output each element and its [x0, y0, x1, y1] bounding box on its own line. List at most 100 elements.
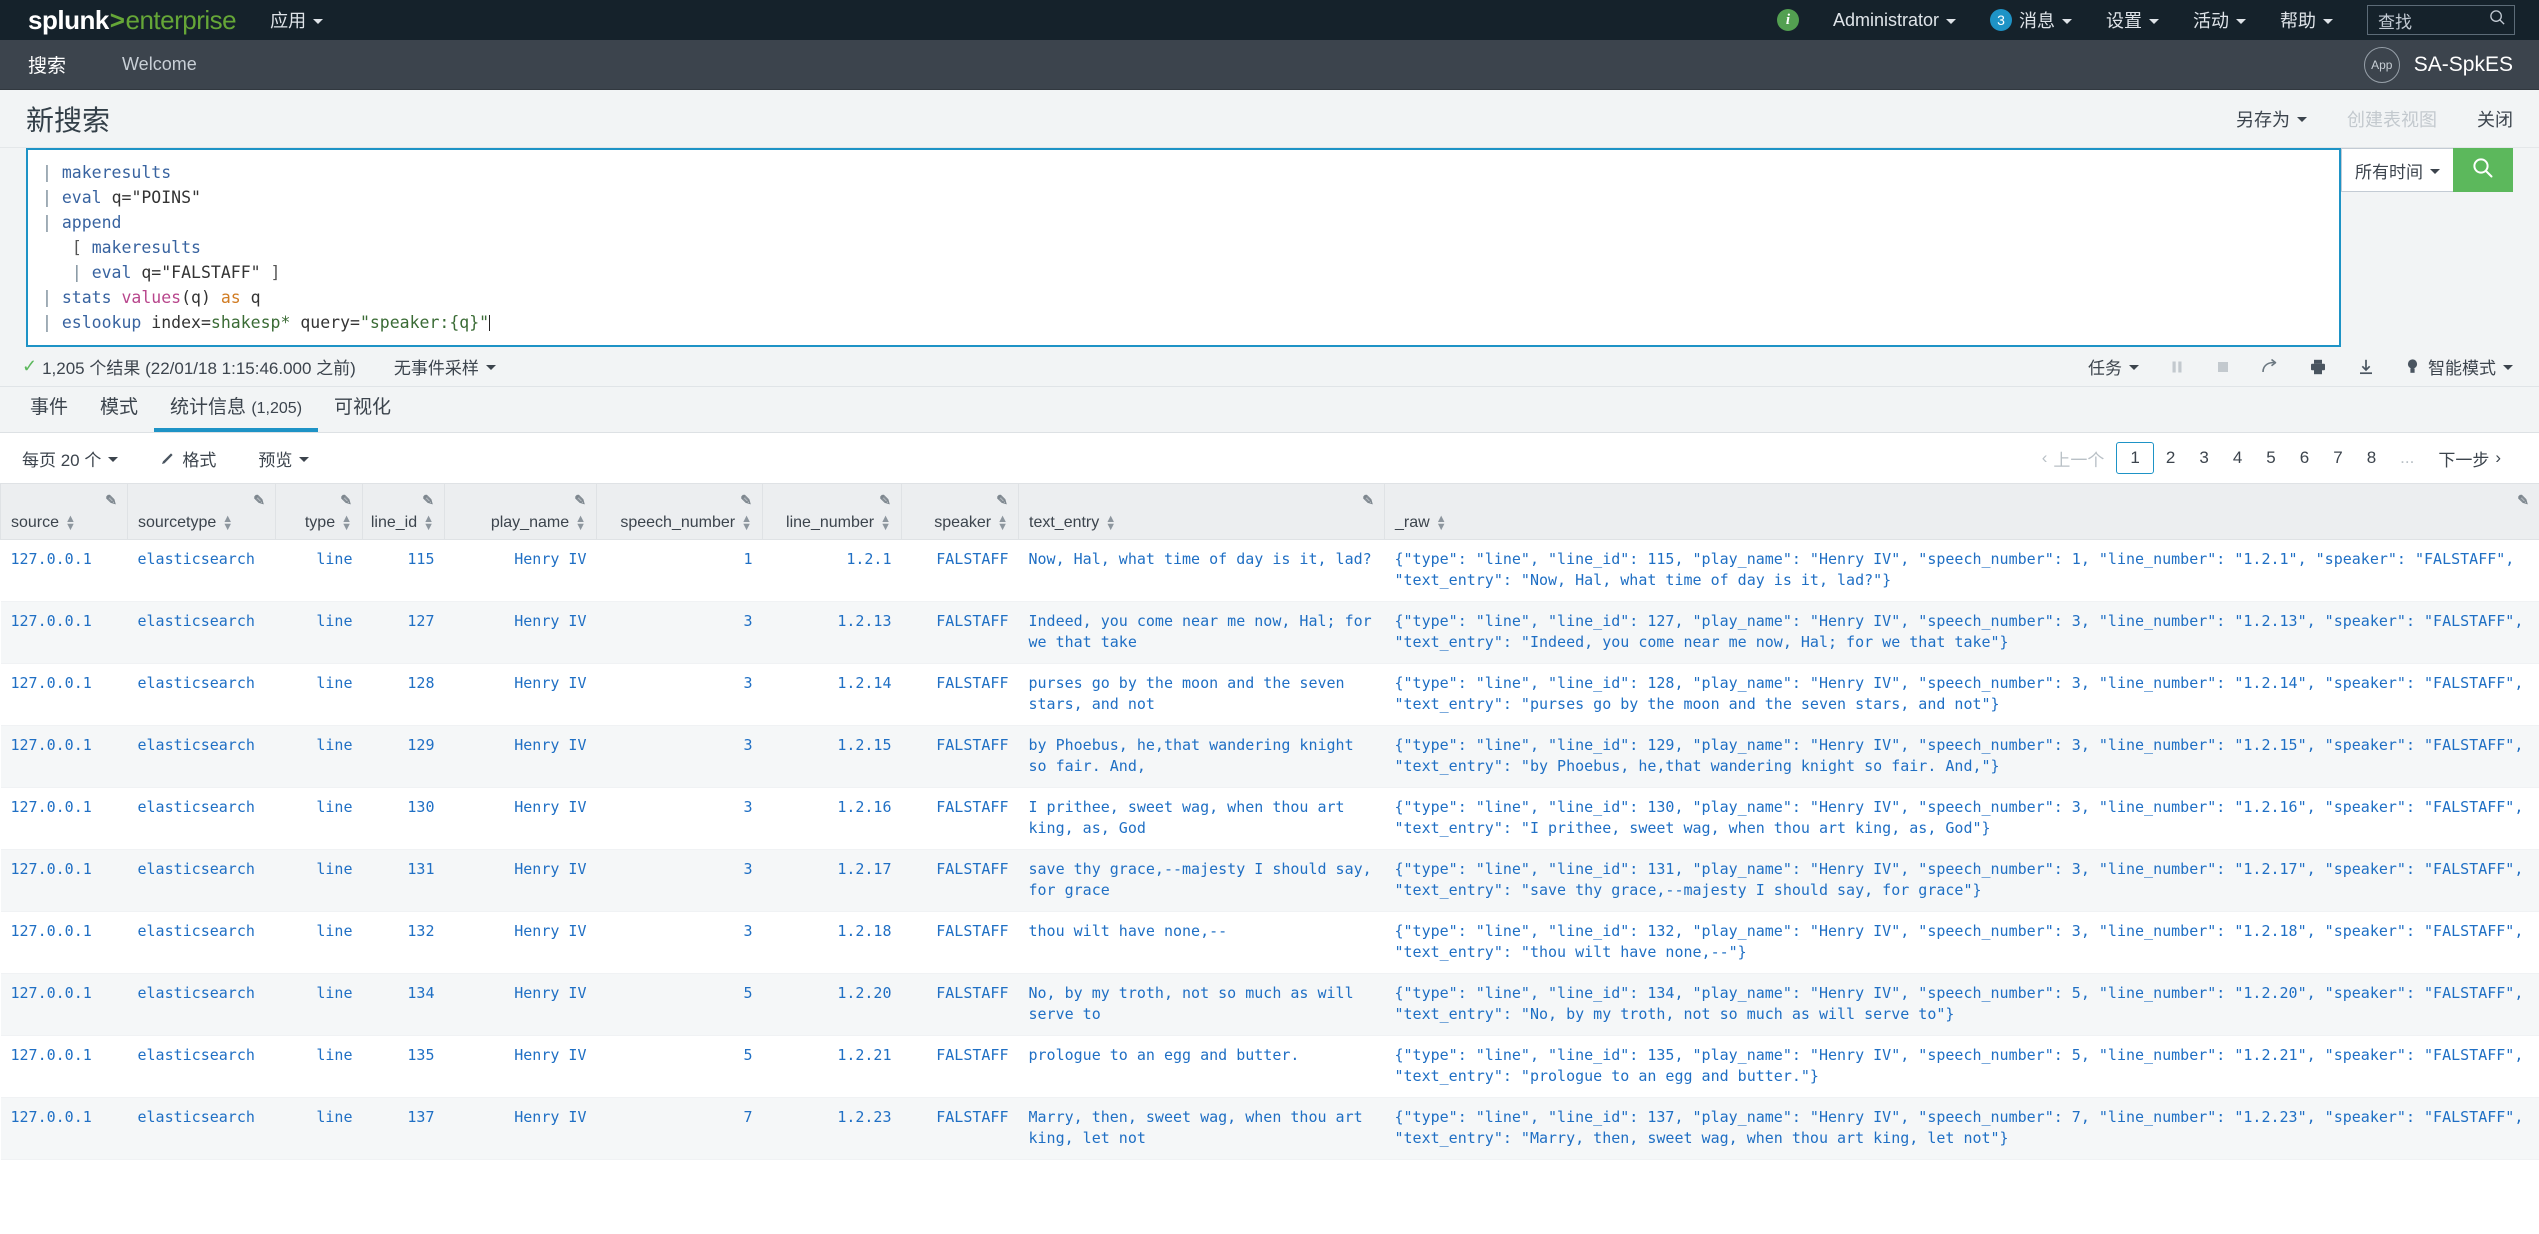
table-row[interactable]: 127.0.0.1 elasticsearch line 128 Henry IV 3 1.…	[0, 663, 2539, 726]
table-cell-line-number[interactable]: 1.2.15	[762, 725, 902, 788]
table-cell-speaker[interactable]: FALSTAFF	[901, 725, 1019, 788]
table-cell-speaker[interactable]: FALSTAFF	[901, 1097, 1019, 1160]
cell-value[interactable]: elasticsearch	[138, 550, 255, 568]
pagination-page-7[interactable]: 7	[2321, 444, 2354, 472]
tab-events[interactable]: 事件	[14, 392, 84, 432]
sort-arrows-icon[interactable]: ▲ ▼	[1105, 514, 1116, 533]
pagination-page-1[interactable]: 1	[2116, 442, 2154, 474]
table-cell-line-id[interactable]: 134	[362, 973, 445, 1036]
cell-value[interactable]: 1.2.1	[846, 550, 891, 568]
table-cell-source[interactable]: 127.0.0.1	[0, 539, 128, 602]
cell-value[interactable]: Henry IV	[514, 1046, 586, 1064]
table-cell-play-name[interactable]: Henry IV	[444, 1097, 597, 1160]
print-icon[interactable]	[2309, 358, 2327, 376]
table-cell--raw[interactable]: {"type": "line", "line_id": 130, "play_n…	[1384, 787, 2539, 850]
table-cell-type[interactable]: line	[275, 601, 363, 664]
table-cell-speaker[interactable]: FALSTAFF	[901, 911, 1019, 974]
cell-value[interactable]: FALSTAFF	[936, 798, 1008, 816]
table-row[interactable]: 127.0.0.1 elasticsearch line 135 Henry IV 5 1.…	[0, 1035, 2539, 1098]
cell-value[interactable]: 127.0.0.1	[11, 736, 92, 754]
table-cell-sourcetype[interactable]: elasticsearch	[127, 911, 276, 974]
cell-value[interactable]: Henry IV	[514, 674, 586, 692]
cell-value[interactable]: 3	[743, 612, 752, 630]
nav-help-menu[interactable]: 帮助	[2280, 7, 2333, 33]
table-cell-speaker[interactable]: FALSTAFF	[901, 973, 1019, 1036]
cell-value[interactable]: Marry, then, sweet wag, when thou art ki…	[1029, 1108, 1363, 1147]
create-table-view-button[interactable]: 创建表视图	[2347, 106, 2437, 132]
table-cell-line-number[interactable]: 1.2.13	[762, 601, 902, 664]
run-search-button[interactable]	[2453, 148, 2513, 192]
pagination-page-4[interactable]: 4	[2221, 444, 2254, 472]
table-cell-source[interactable]: 127.0.0.1	[0, 663, 128, 726]
table-cell-sourcetype[interactable]: elasticsearch	[127, 787, 276, 850]
table-cell-speaker[interactable]: FALSTAFF	[901, 601, 1019, 664]
table-cell-speech-number[interactable]: 3	[596, 787, 763, 850]
table-cell-type[interactable]: line	[275, 725, 363, 788]
cell-value[interactable]: line	[316, 550, 352, 568]
cell-value[interactable]: {"type": "line", "line_id": 131, "play_n…	[1395, 860, 2524, 899]
table-cell-speech-number[interactable]: 3	[596, 601, 763, 664]
table-cell-line-id[interactable]: 129	[362, 725, 445, 788]
cell-value[interactable]: elasticsearch	[138, 984, 255, 1002]
cell-value[interactable]: 130	[407, 798, 434, 816]
table-cell-sourcetype[interactable]: elasticsearch	[127, 849, 276, 912]
cell-value[interactable]: 3	[743, 922, 752, 940]
table-cell-type[interactable]: line	[275, 1097, 363, 1160]
cell-value[interactable]: 137	[407, 1108, 434, 1126]
table-cell-speech-number[interactable]: 3	[596, 663, 763, 726]
table-cell-line-number[interactable]: 1.2.21	[762, 1035, 902, 1098]
table-cell-source[interactable]: 127.0.0.1	[0, 787, 128, 850]
cell-value[interactable]: 127.0.0.1	[11, 1046, 92, 1064]
table-cell-line-id[interactable]: 137	[362, 1097, 445, 1160]
info-icon[interactable]: i	[1776, 9, 1799, 31]
cell-value[interactable]: {"type": "line", "line_id": 137, "play_n…	[1395, 1108, 2524, 1147]
cell-value[interactable]: elasticsearch	[138, 674, 255, 692]
table-cell-text-entry[interactable]: Marry, then, sweet wag, when thou art ki…	[1018, 1097, 1385, 1160]
table-cell--raw[interactable]: {"type": "line", "line_id": 128, "play_n…	[1384, 663, 2539, 726]
table-cell-play-name[interactable]: Henry IV	[444, 787, 597, 850]
cell-value[interactable]: FALSTAFF	[936, 612, 1008, 630]
cell-value[interactable]: line	[316, 736, 352, 754]
table-row[interactable]: 127.0.0.1 elasticsearch line 131 Henry IV 3 1.…	[0, 849, 2539, 912]
table-cell-sourcetype[interactable]: elasticsearch	[127, 725, 276, 788]
share-icon[interactable]	[2261, 358, 2279, 376]
table-cell-line-number[interactable]: 1.2.16	[762, 787, 902, 850]
cell-value[interactable]: Henry IV	[514, 612, 586, 630]
column-header-speaker[interactable]: ✎ speaker ▲ ▼	[901, 483, 1019, 540]
table-cell-line-number[interactable]: 1.2.14	[762, 663, 902, 726]
cell-value[interactable]: {"type": "line", "line_id": 127, "play_n…	[1395, 612, 2524, 651]
appbar-item-welcome[interactable]: Welcome	[122, 40, 197, 90]
column-header-source[interactable]: ✎ source ▲ ▼	[0, 483, 128, 540]
cell-value[interactable]: line	[316, 674, 352, 692]
table-cell-sourcetype[interactable]: elasticsearch	[127, 539, 276, 602]
cell-value[interactable]: elasticsearch	[138, 798, 255, 816]
cell-value[interactable]: prologue to an egg and butter.	[1029, 1046, 1300, 1064]
table-cell-play-name[interactable]: Henry IV	[444, 601, 597, 664]
table-row[interactable]: 127.0.0.1 elasticsearch line 134 Henry IV 5 1.…	[0, 973, 2539, 1036]
table-cell-type[interactable]: line	[275, 787, 363, 850]
table-cell-line-number[interactable]: 1.2.1	[762, 539, 902, 602]
cell-value[interactable]: Now, Hal, what time of day is it, lad?	[1029, 550, 1372, 568]
save-as-button[interactable]: 另存为	[2236, 106, 2307, 132]
cell-value[interactable]: 127.0.0.1	[11, 1108, 92, 1126]
cell-value[interactable]: line	[316, 1108, 352, 1126]
table-cell-text-entry[interactable]: No, by my troth, not so much as will ser…	[1018, 973, 1385, 1036]
table-cell-line-id[interactable]: 130	[362, 787, 445, 850]
cell-value[interactable]: 127.0.0.1	[11, 612, 92, 630]
table-cell-play-name[interactable]: Henry IV	[444, 663, 597, 726]
cell-value[interactable]: 127	[407, 612, 434, 630]
close-button[interactable]: 关闭	[2477, 106, 2513, 132]
cell-value[interactable]: Henry IV	[514, 736, 586, 754]
per-page-menu[interactable]: 每页 20 个	[22, 446, 119, 471]
cell-value[interactable]: 3	[743, 860, 752, 878]
table-cell-line-id[interactable]: 128	[362, 663, 445, 726]
pagination-next[interactable]: 下一步 ›	[2426, 442, 2513, 475]
table-cell-line-id[interactable]: 132	[362, 911, 445, 974]
table-cell-type[interactable]: line	[275, 849, 363, 912]
job-menu[interactable]: 任务	[2088, 354, 2139, 379]
tab-statistics[interactable]: 统计信息 (1,205)	[154, 392, 319, 432]
sort-arrows-icon[interactable]: ▲ ▼	[341, 514, 352, 533]
cell-value[interactable]: elasticsearch	[138, 1108, 255, 1126]
table-cell-sourcetype[interactable]: elasticsearch	[127, 973, 276, 1036]
nav-apps-menu[interactable]: 应用	[270, 7, 324, 33]
